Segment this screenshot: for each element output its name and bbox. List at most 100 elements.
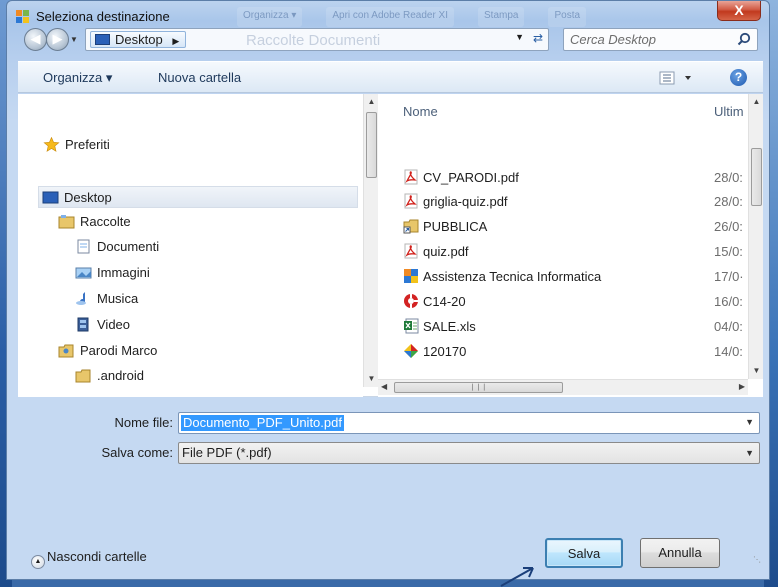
scroll-down-icon[interactable]: ▼ — [364, 371, 379, 387]
file-row[interactable]: CV_PARODI.pdf 28/0: — [403, 167, 748, 189]
column-header-modified[interactable]: Ultim — [714, 104, 744, 119]
background-tab: Posta — [548, 7, 587, 27]
video-icon — [77, 317, 89, 332]
view-options-icon[interactable] — [658, 69, 698, 87]
resize-grip-icon[interactable]: ⋱ — [753, 555, 761, 564]
nav-item-video[interactable]: Video — [75, 314, 130, 336]
nav-item-libraries[interactable]: Raccolte — [58, 211, 131, 233]
breadcrumb-label: Desktop — [115, 32, 163, 47]
scrollbar-thumb[interactable] — [751, 148, 762, 206]
file-date: 28/0: — [714, 194, 743, 209]
scroll-up-icon[interactable]: ▲ — [364, 94, 379, 110]
window-title: Seleziona destinazione — [36, 9, 170, 24]
file-row[interactable]: griglia-quiz.pdf 28/0: — [403, 191, 748, 213]
excel-icon — [404, 318, 419, 334]
search-input[interactable] — [570, 31, 730, 48]
file-row[interactable]: C14-20 16/0: — [403, 291, 748, 313]
forward-button[interactable]: ▶ — [46, 28, 69, 51]
nav-item-desktop[interactable]: Desktop — [38, 186, 358, 208]
app-icon — [16, 10, 29, 23]
new-folder-button[interactable]: Nuova cartella — [158, 70, 241, 85]
folder-shortcut-icon — [403, 219, 419, 234]
hide-folders-toggle[interactable]: ▲ Nascondi cartelle — [31, 549, 147, 569]
command-bar: Organizza ▾ Nuova cartella ? — [18, 61, 763, 93]
scroll-up-icon[interactable]: ▲ — [749, 94, 764, 110]
file-name: PUBBLICA — [423, 219, 488, 234]
dialog-footer: ▲ Nascondi cartelle Salva Annulla ⋱ — [18, 506, 763, 569]
nav-item-label: Desktop — [64, 190, 112, 205]
nav-item-user-folder[interactable]: Parodi Marco — [58, 340, 157, 362]
music-icon — [76, 292, 86, 305]
documents-icon — [77, 239, 90, 254]
cancel-button[interactable]: Annulla — [640, 538, 720, 568]
desktop-icon — [95, 34, 110, 45]
refresh-icon[interactable]: ⇄ — [533, 31, 543, 45]
save-dialog: Seleziona destinazione Organizza ▾ Apri … — [6, 0, 770, 580]
scrollbar-thumb[interactable]: ❘❘❘ — [394, 382, 563, 393]
file-date: 04/0: — [714, 319, 743, 334]
filename-field[interactable]: Documento_PDF_Unito.pdf ▼ — [178, 412, 760, 434]
red-app-icon — [404, 294, 418, 308]
chevron-down-icon[interactable]: ▼ — [745, 417, 754, 427]
star-icon — [43, 137, 60, 152]
file-name: quiz.pdf — [423, 244, 469, 259]
back-button[interactable]: ◀ — [24, 28, 47, 51]
file-row[interactable]: 120170 14/0: — [403, 341, 748, 363]
nav-item-documents[interactable]: Documenti — [75, 236, 159, 258]
column-header-name[interactable]: Nome — [403, 104, 438, 119]
nav-item-android[interactable]: .android — [75, 365, 144, 387]
filename-input-value[interactable]: Documento_PDF_Unito.pdf — [181, 415, 344, 431]
nav-item-pictures[interactable]: Immagini — [75, 262, 150, 284]
help-icon[interactable]: ? — [730, 69, 747, 86]
scroll-down-icon[interactable]: ▼ — [749, 363, 764, 379]
nav-item-label: .android — [97, 368, 144, 383]
nav-item-label: Video — [97, 317, 131, 332]
hide-folders-label: Nascondi cartelle — [47, 549, 147, 564]
navigation-pane-scrollbar[interactable]: ▲ ▼ — [363, 94, 378, 387]
search-box[interactable] — [563, 28, 758, 51]
background-tab: Apri con Adobe Reader XI — [326, 7, 455, 27]
pdf-icon — [404, 243, 418, 259]
navigation-row: ◀ ▶ ▼ Desktop ▶ Raccolte Documenti ▼ ⇄ — [7, 25, 769, 57]
search-icon[interactable] — [737, 32, 751, 46]
recent-locations-dropdown-icon[interactable]: ▼ — [70, 35, 80, 45]
nav-item-music[interactable]: Musica — [75, 288, 138, 310]
file-row[interactable]: Assistenza Tecnica Informatica 17/0· — [403, 266, 748, 288]
chevron-down-icon[interactable]: ▼ — [745, 443, 754, 463]
file-list-vertical-scrollbar[interactable]: ▲ ▼ — [748, 94, 763, 379]
close-button[interactable]: X — [717, 1, 761, 21]
folder-icon — [75, 369, 91, 383]
organize-menu[interactable]: Organizza ▾ — [43, 70, 112, 86]
file-name: 120170 — [423, 344, 467, 359]
file-date: 14/0: — [714, 344, 743, 359]
save-as-type-value: File PDF (*.pdf) — [182, 445, 272, 460]
file-date: 15/0: — [714, 244, 743, 259]
scrollbar-thumb[interactable] — [366, 112, 377, 178]
save-as-type-select[interactable]: File PDF (*.pdf) ▼ — [178, 442, 760, 464]
back-arrow-icon: ◀ — [30, 31, 41, 46]
filename-label: Nome file: — [114, 415, 173, 430]
address-ghost-text: Raccolte Documenti — [246, 32, 381, 49]
pictures-icon — [75, 267, 92, 279]
scroll-left-icon[interactable]: ◀ — [381, 382, 387, 391]
file-row[interactable]: quiz.pdf 15/0: — [403, 241, 748, 263]
nav-item-favorites[interactable]: Preferiti — [43, 134, 110, 156]
file-name: Assistenza Tecnica Informatica — [423, 269, 602, 284]
scroll-right-icon[interactable]: ▶ — [739, 382, 745, 391]
chevron-right-icon[interactable]: ▶ — [172, 36, 179, 46]
colorful-app-icon — [404, 344, 418, 358]
file-date: 17/0· — [714, 269, 744, 284]
file-row[interactable]: SALE.xls 04/0: — [403, 316, 748, 338]
file-list-horizontal-scrollbar[interactable]: ◀ ❘❘❘ ▶ — [378, 379, 748, 395]
save-button[interactable]: Salva — [545, 538, 623, 568]
file-row[interactable]: PUBBLICA 26/0: — [403, 216, 748, 238]
file-name: griglia-quiz.pdf — [423, 194, 508, 209]
file-name: C14-20 — [423, 294, 466, 309]
breadcrumb-desktop[interactable]: Desktop ▶ — [90, 31, 187, 48]
pdf-icon — [404, 169, 418, 185]
chevron-down-icon[interactable]: ▼ — [515, 32, 524, 42]
navigation-pane: Preferiti Desktop Raccolte Documenti Imm… — [18, 94, 363, 397]
nav-item-label: Parodi Marco — [80, 343, 158, 358]
column-header-row: Nome Ultim — [378, 94, 748, 124]
address-bar[interactable]: Desktop ▶ Raccolte Documenti ▼ ⇄ — [85, 28, 549, 51]
